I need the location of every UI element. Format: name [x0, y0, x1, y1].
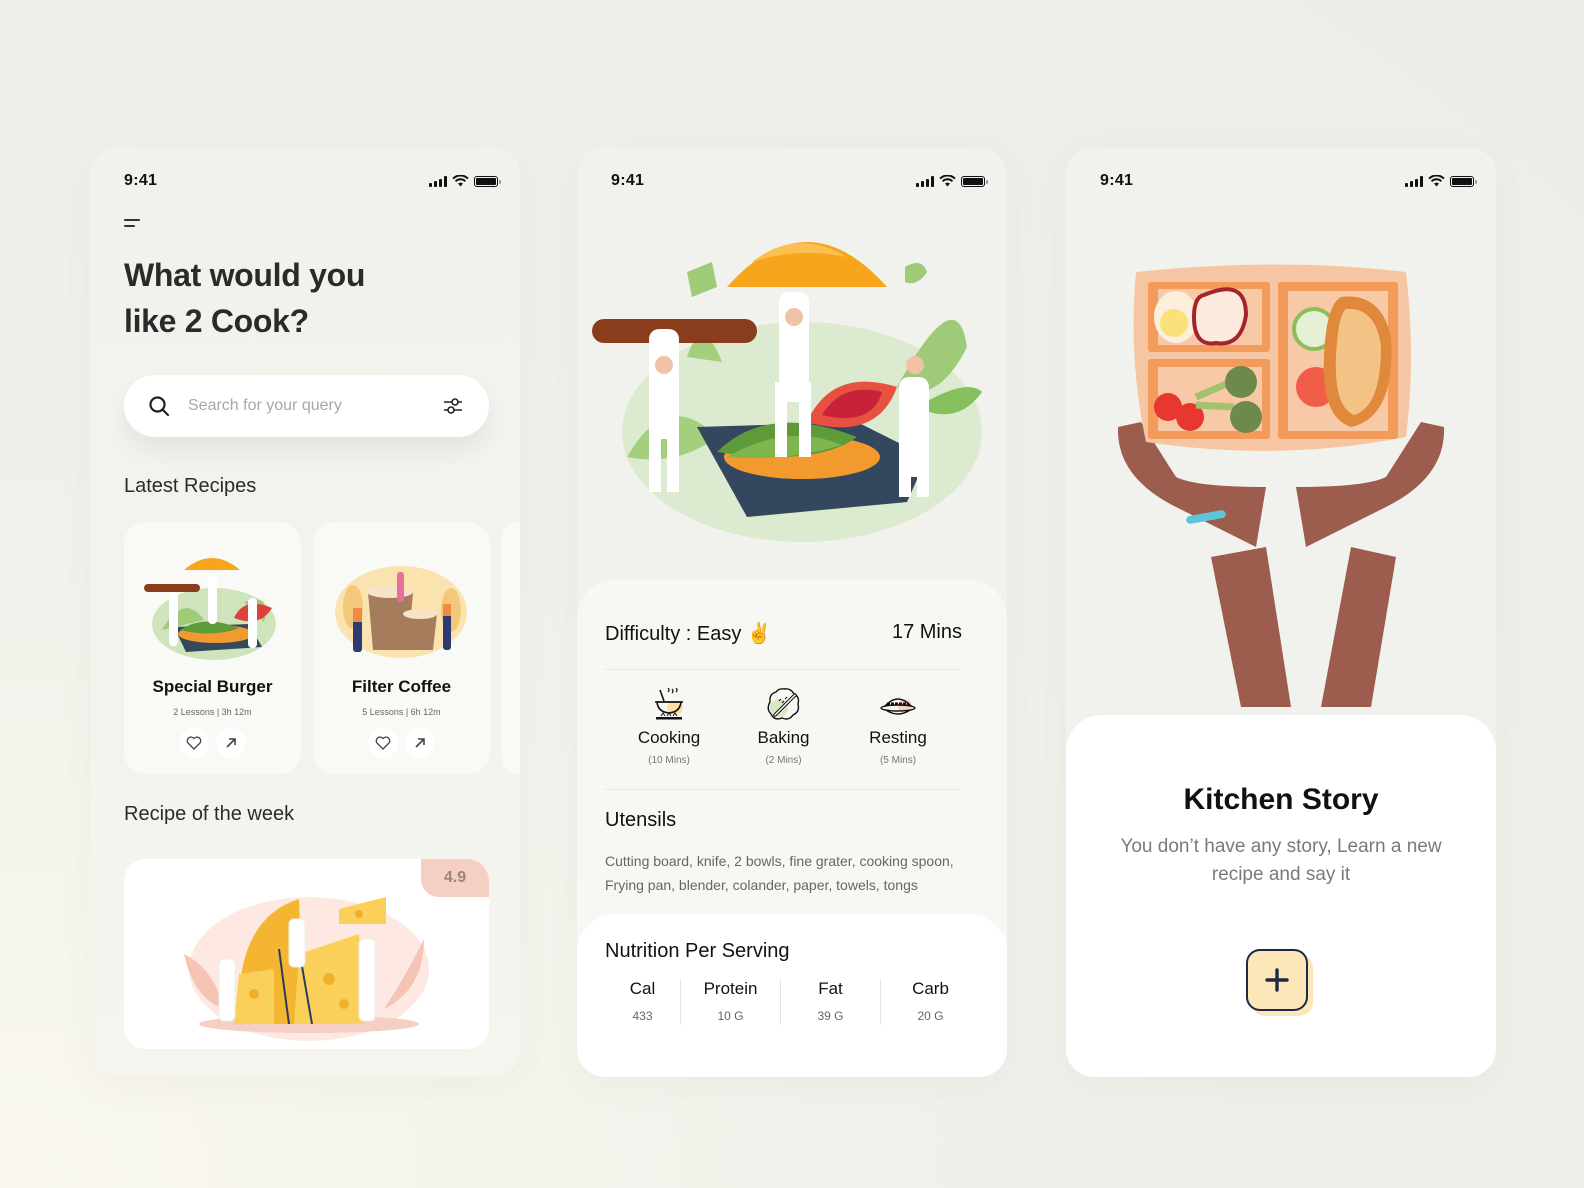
difficulty-label: Difficulty : Easy ✌️: [605, 623, 772, 645]
step-resting: Resting (5 Mins): [848, 686, 948, 766]
nutrition-fat: Fat 39 G: [780, 979, 880, 1025]
open-recipe-button[interactable]: [405, 728, 435, 758]
nutrition-protein: Protein 10 G: [680, 979, 780, 1025]
page-title: What would you like 2 Cook?: [124, 257, 366, 339]
coffee-illustration: [335, 566, 467, 658]
plate-icon: [880, 698, 916, 715]
status-time: 9:41: [124, 172, 158, 189]
heart-icon: [375, 736, 391, 750]
recipe-name: Filter Coffee: [351, 677, 452, 696]
recipe-card[interactable]: Special Burger 2 Lessons | 3h 12m: [124, 522, 301, 774]
recipe-detail-panel: Difficulty : Easy ✌️ 17 Mins Cooking (10…: [577, 579, 1007, 1077]
step-baking: Baking (2 Mins): [734, 686, 834, 766]
battery-icon: [961, 175, 988, 187]
favorite-button[interactable]: [368, 728, 398, 758]
wifi-icon: [1428, 175, 1445, 187]
burger-hero-illustration: [592, 242, 982, 542]
step-cooking: Cooking (10 Mins): [619, 686, 719, 766]
divider: [605, 669, 962, 670]
status-time: 9:41: [611, 172, 645, 189]
story-title: Kitchen Story: [1183, 783, 1379, 816]
signal-icon: [916, 175, 934, 187]
search-input[interactable]: [188, 397, 441, 415]
search-bar: [124, 375, 489, 437]
recipe-of-week-title: Recipe of the week: [124, 803, 295, 825]
status-bar: 9:41: [1100, 171, 1477, 191]
recipe-meta: 5 Lessons | 6h 12m: [362, 707, 441, 717]
nutrition-cal: Cal 433: [629, 979, 656, 1023]
recipe-carousel[interactable]: Special Burger 2 Lessons | 3h 12m Filter…: [124, 522, 520, 774]
divider: [605, 789, 962, 790]
signal-icon: [429, 175, 447, 187]
utensils-list: Cutting board, knife, 2 bowls, fine grat…: [605, 853, 954, 893]
status-bar: 9:41: [124, 171, 501, 191]
open-recipe-button[interactable]: [216, 728, 246, 758]
menu-icon[interactable]: [124, 219, 142, 229]
plus-icon: [1265, 968, 1289, 992]
cooking-pot-icon: [655, 687, 683, 720]
filter-icon[interactable]: [441, 394, 465, 418]
battery-icon: [474, 175, 501, 187]
story-subtitle: You don’t have any story, Learn a new re…: [1120, 836, 1442, 885]
nutrition-panel: Nutrition Per Serving Cal 433 Protein 10 G…: [577, 914, 1007, 1077]
favorite-button[interactable]: [179, 728, 209, 758]
wifi-icon: [452, 175, 469, 187]
utensils-title: Utensils: [605, 809, 677, 831]
heart-icon: [186, 736, 202, 750]
rolling-pin-icon: [767, 688, 799, 720]
home-screen: 9:41 What would you like 2 Cook? Latest …: [90, 147, 520, 1077]
recipe-detail-screen: 9:41 Difficulty : Easy ✌️ 17 Mins Cookin…: [577, 147, 1007, 1077]
signal-icon: [1405, 175, 1423, 187]
wifi-icon: [939, 175, 956, 187]
kitchen-story-screen: 9:41 Kitchen Story You don’t have any st…: [1066, 147, 1496, 1077]
recipe-card[interactable]: Filter Coffee 5 Lessons | 6h 12m: [313, 522, 490, 774]
nutrition-carb: Carb 20 G: [880, 979, 980, 1025]
latest-recipes-title: Latest Recipes: [124, 475, 257, 497]
battery-icon: [1450, 175, 1477, 187]
arrow-up-right-icon: [415, 738, 425, 748]
recipe-of-week-card[interactable]: 4.9: [124, 859, 489, 1049]
total-time: 17 Mins: [891, 621, 962, 643]
add-story-button[interactable]: [1246, 949, 1313, 1016]
status-time: 9:41: [1100, 172, 1134, 189]
rating-badge: 4.9: [421, 859, 489, 897]
recipe-name: Special Burger: [152, 677, 273, 696]
nutrition-title: Nutrition Per Serving: [605, 940, 790, 962]
recipe-card-partial[interactable]: [502, 522, 520, 774]
burger-illustration: [144, 558, 276, 660]
arrow-up-right-icon: [226, 738, 236, 748]
status-bar: 9:41: [611, 171, 988, 191]
recipe-meta: 2 Lessons | 3h 12m: [173, 707, 252, 717]
search-icon: [149, 396, 170, 417]
steps-row: Cooking (10 Mins) Baking (2 Mins) Restin…: [605, 686, 962, 766]
lunch-tray-illustration: [1117, 264, 1445, 707]
kitchen-story-card: Kitchen Story You don’t have any story, …: [1066, 715, 1496, 1077]
